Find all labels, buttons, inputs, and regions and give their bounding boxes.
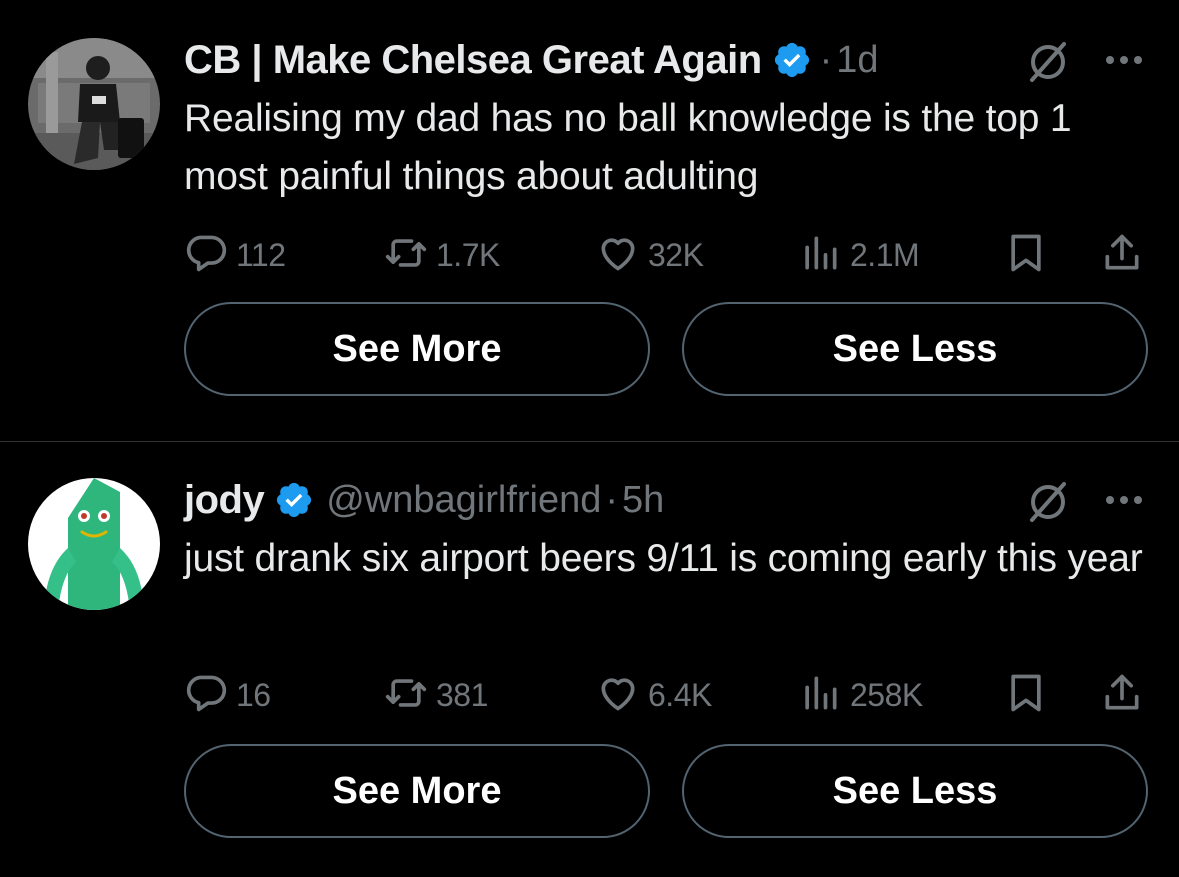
views-button[interactable]: 2.1M: [798, 230, 920, 280]
see-more-button[interactable]: See More: [184, 302, 650, 396]
reply-count: 16: [236, 676, 271, 713]
like-count: 32K: [648, 236, 704, 273]
avatar-gumby-image: [28, 478, 160, 610]
tweet-text: just drank six airport beers 9/11 is com…: [184, 537, 1143, 580]
see-more-button[interactable]: See More: [184, 744, 650, 838]
reply-icon: [184, 231, 228, 280]
bookmark-button[interactable]: [1004, 670, 1048, 720]
like-count: 6.4K: [648, 676, 712, 713]
views-button[interactable]: 258K: [798, 670, 923, 720]
tweet-header: jody @wnbagirlfriend · 5h: [184, 470, 664, 530]
heart-icon: [596, 671, 640, 720]
user-handle[interactable]: @wnbagirlfriend: [326, 479, 601, 522]
repost-icon: [384, 231, 428, 280]
tweet[interactable]: CB | Make Chelsea Great Again · 1d Reali…: [0, 0, 1179, 441]
timestamp[interactable]: 1d: [836, 39, 878, 82]
avatar[interactable]: [28, 38, 160, 170]
verified-badge-icon[interactable]: [274, 480, 314, 520]
timestamp[interactable]: 5h: [622, 479, 664, 522]
share-icon: [1100, 671, 1144, 720]
grok-icon[interactable]: [1024, 38, 1072, 86]
reply-button[interactable]: 112: [184, 230, 286, 280]
display-name[interactable]: CB | Make Chelsea Great Again: [184, 38, 762, 83]
separator-dot: ·: [605, 478, 619, 521]
repost-button[interactable]: 381: [384, 670, 488, 720]
views-count: 258K: [850, 676, 923, 713]
views-chart-icon: [798, 671, 842, 720]
tweet-text: Realising my dad has no ball knowledge i…: [184, 97, 1072, 198]
like-button[interactable]: 32K: [596, 230, 704, 280]
avatar[interactable]: [28, 478, 160, 610]
share-button[interactable]: [1100, 670, 1144, 720]
views-chart-icon: [798, 231, 842, 280]
more-options-icon[interactable]: [1100, 38, 1148, 86]
views-count: 2.1M: [850, 236, 920, 273]
repost-icon: [384, 671, 428, 720]
reply-count: 112: [236, 236, 286, 273]
action-bar: 16 381 6.4K 258K: [184, 670, 1148, 720]
reply-icon: [184, 671, 228, 720]
bookmark-button[interactable]: [1004, 230, 1048, 280]
repost-count: 1.7K: [436, 236, 500, 273]
tweet[interactable]: jody @wnbagirlfriend · 5h just drank six…: [0, 442, 1179, 877]
avatar-photo: [28, 38, 160, 170]
like-button[interactable]: 6.4K: [596, 670, 712, 720]
action-bar: 112 1.7K 32K 2.1M: [184, 230, 1148, 280]
grok-icon[interactable]: [1024, 478, 1072, 526]
repost-count: 381: [436, 676, 488, 713]
see-less-button[interactable]: See Less: [682, 744, 1148, 838]
bookmark-icon: [1004, 671, 1048, 720]
separator-dot: ·: [819, 38, 833, 81]
heart-icon: [596, 231, 640, 280]
share-button[interactable]: [1100, 230, 1144, 280]
tweet-header: CB | Make Chelsea Great Again · 1d: [184, 30, 879, 90]
repost-button[interactable]: 1.7K: [384, 230, 500, 280]
bookmark-icon: [1004, 231, 1048, 280]
reply-button[interactable]: 16: [184, 670, 271, 720]
see-less-button[interactable]: See Less: [682, 302, 1148, 396]
display-name[interactable]: jody: [184, 478, 265, 523]
verified-badge-icon[interactable]: [772, 40, 812, 80]
more-options-icon[interactable]: [1100, 478, 1148, 526]
share-icon: [1100, 231, 1144, 280]
